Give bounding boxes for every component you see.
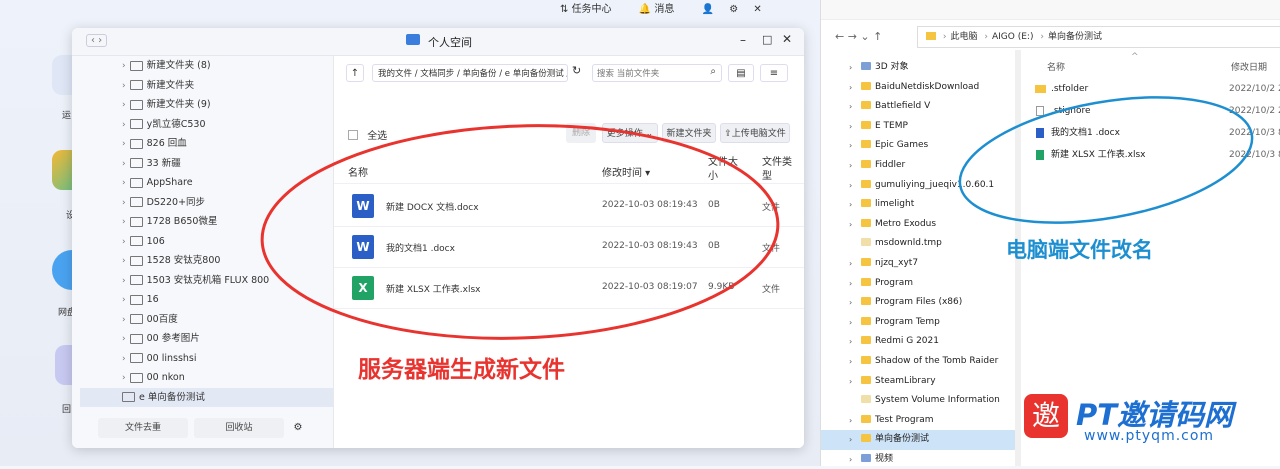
pc-annotation-text: 电脑端文件改名 bbox=[1006, 238, 1153, 262]
blue-circle-annotation bbox=[958, 96, 1254, 224]
watermark-url: www.ptyqm.com bbox=[1084, 428, 1215, 444]
watermark-logo: 邀 bbox=[1024, 394, 1068, 438]
server-annotation-text: 服务器端生成新文件 bbox=[358, 357, 565, 383]
red-circle-annotation bbox=[260, 124, 780, 340]
